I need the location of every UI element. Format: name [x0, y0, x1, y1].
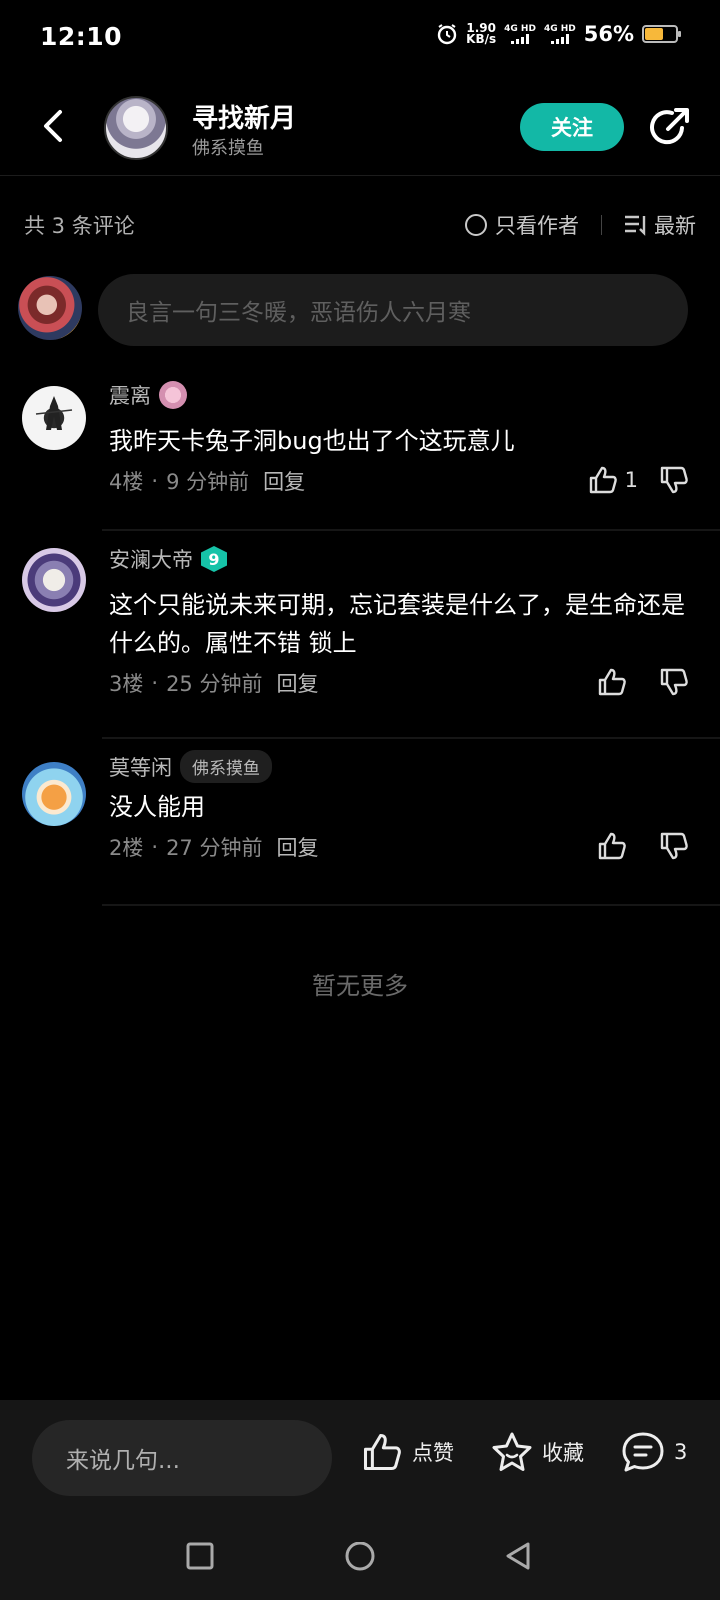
thumbs-up-icon[interactable]: [587, 464, 619, 496]
sim2-signal: 4G HD: [544, 24, 576, 44]
thumbs-up-icon: [363, 1433, 401, 1471]
commenter-name-row: 震离: [109, 380, 187, 410]
thumbs-down-icon[interactable]: [658, 666, 690, 698]
comment-divider: [102, 529, 720, 531]
commenter-avatar[interactable]: [22, 548, 86, 612]
comment-time: 27 分钟前: [166, 836, 263, 860]
post-header: 寻找新月 佛系摸鱼 关注: [0, 90, 720, 176]
like-post-button[interactable]: 点赞: [360, 1430, 454, 1474]
share-icon[interactable]: [646, 104, 692, 150]
no-more-label: 暂无更多: [312, 972, 408, 1000]
battery-icon: [642, 25, 681, 43]
comment-count: 共 3 条评论: [24, 214, 135, 238]
comments-meta-row: 共 3 条评论 只看作者 最新: [24, 208, 696, 242]
net-speed: 1.90 KB/s: [466, 21, 497, 46]
reply-button[interactable]: 回复: [263, 466, 305, 496]
comment-divider: [102, 737, 720, 739]
alarm-icon: [437, 24, 457, 45]
star-icon: [492, 1432, 532, 1471]
comment-time: 25 分钟前: [166, 672, 263, 696]
like-label: 点赞: [412, 1441, 454, 1465]
commenter-name[interactable]: 震离: [109, 380, 151, 410]
filter-divider: [601, 215, 602, 235]
character-figure-icon: [35, 396, 73, 430]
reply-button[interactable]: 回复: [276, 832, 318, 862]
comment-actions: 1: [587, 464, 690, 496]
comment-floor: 4楼: [109, 470, 144, 494]
comment-meta: 3楼 · 25 分钟前 回复: [109, 668, 318, 698]
bottom-action-bar: 来说几句... 点赞 收藏 3: [0, 1400, 720, 1514]
system-nav-bar: [0, 1514, 720, 1600]
status-time: 12:10: [40, 22, 123, 51]
comment-input[interactable]: 良言一句三冬暖，恶语伤人六月寒: [98, 274, 688, 346]
comment-actions: [596, 830, 690, 862]
comment-time: 9 分钟前: [166, 470, 250, 494]
level-badge: 9: [201, 546, 227, 572]
author-only-label[interactable]: 只看作者: [495, 210, 579, 240]
commenter-name[interactable]: 莫等闲: [109, 752, 172, 782]
favorite-button[interactable]: 收藏: [490, 1430, 584, 1474]
signal-bars-icon: [550, 34, 569, 44]
comment-actions: [596, 666, 690, 698]
commenter-avatar[interactable]: [22, 762, 86, 826]
comment-filters: 只看作者 最新: [465, 210, 696, 240]
thumbs-up-icon[interactable]: [596, 666, 628, 698]
commenter-name-row: 安澜大帝 9: [109, 544, 227, 574]
author-name[interactable]: 寻找新月: [192, 98, 296, 135]
home-icon[interactable]: [344, 1542, 376, 1574]
back-arrow-icon[interactable]: [36, 106, 72, 146]
comment-divider: [102, 904, 720, 906]
signal-bars-icon: [511, 34, 530, 44]
author-avatar[interactable]: [104, 96, 168, 160]
comment-text: 这个只能说未来可期，忘记套装是什么了，是生命还是什么的。属性不错 锁上: [109, 591, 685, 657]
like-count: 1: [624, 468, 638, 492]
comment-meta: 2楼 · 27 分钟前 回复: [109, 832, 318, 862]
thumbs-down-icon[interactable]: [658, 830, 690, 862]
fan-badge-icon: [159, 381, 187, 409]
favorite-label: 收藏: [542, 1441, 584, 1465]
comments-button[interactable]: 3: [620, 1430, 687, 1474]
sort-icon[interactable]: [624, 214, 648, 236]
author-subtitle: 佛系摸鱼: [192, 138, 264, 159]
commenter-name[interactable]: 安澜大帝: [109, 544, 193, 574]
comment-bubble-icon: [622, 1432, 664, 1472]
comment-text: 没人能用: [109, 793, 205, 821]
comment-floor: 3楼: [109, 672, 144, 696]
battery-percent: 56%: [583, 22, 634, 46]
sim1-signal: 4G HD: [504, 24, 536, 44]
reply-button[interactable]: 回复: [276, 668, 318, 698]
comments-count: 3: [674, 1440, 688, 1464]
comment-meta: 4楼 · 9 分钟前 回复: [109, 466, 305, 496]
say-input[interactable]: 来说几句...: [32, 1420, 332, 1496]
follow-button[interactable]: 关注: [520, 103, 624, 151]
author-only-radio[interactable]: [465, 214, 487, 236]
thumbs-down-icon[interactable]: [658, 464, 690, 496]
status-icons: 1.90 KB/s 4G HD 4G HD 56%: [436, 21, 681, 46]
thumbs-up-icon[interactable]: [596, 830, 628, 862]
battery-level: [645, 28, 663, 40]
recent-apps-icon[interactable]: [186, 1542, 214, 1570]
sort-label[interactable]: 最新: [654, 210, 696, 240]
commenter-name-row: 莫等闲 佛系摸鱼: [109, 750, 272, 783]
status-bar: 12:10 1.90 KB/s 4G HD 4G HD 56%: [0, 0, 720, 78]
back-triangle-icon[interactable]: [504, 1542, 534, 1572]
commenter-avatar[interactable]: [22, 386, 86, 450]
current-user-avatar: [18, 276, 82, 340]
comment-floor: 2楼: [109, 836, 144, 860]
user-tag: 佛系摸鱼: [180, 750, 272, 783]
comment-text: 我昨天卡兔子洞bug也出了个这玩意儿: [109, 427, 515, 455]
